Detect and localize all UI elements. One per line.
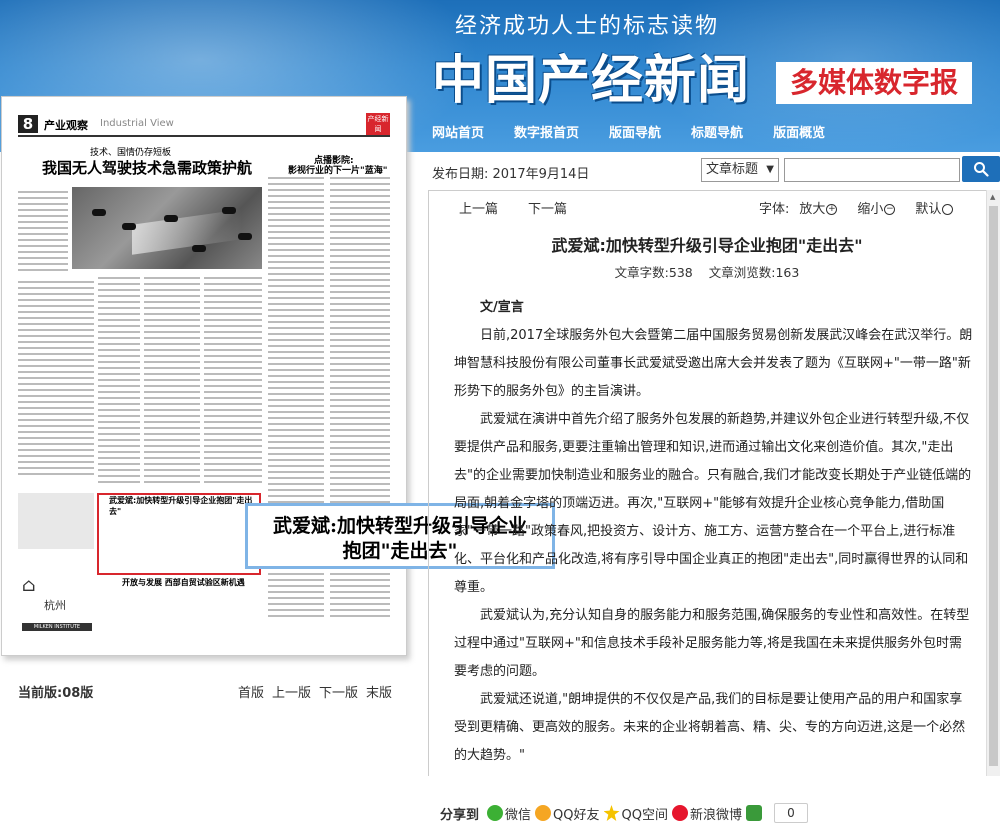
nav-home[interactable]: 网站首页 xyxy=(432,122,484,141)
last-edition-link[interactable]: 末版 xyxy=(366,682,392,701)
paper-text-column xyxy=(18,191,68,275)
share-qzone-label: QQ空间 xyxy=(621,807,668,823)
photo-car xyxy=(222,207,236,214)
share-wechat-label: 微信 xyxy=(505,807,532,823)
article-word-count: 文章字数:538 xyxy=(614,265,693,280)
paper-bottom-headline[interactable]: 开放与发展 西部自贸试验区新机遇 xyxy=(122,577,245,588)
main-nav: 网站首页 数字报首页 版面导航 标题导航 版面概览 xyxy=(432,122,855,141)
prev-article-link[interactable]: 上一篇 xyxy=(459,198,498,217)
circle-icon xyxy=(942,204,954,215)
logo-glyph-icon: ⌂ xyxy=(22,575,36,596)
share-weibo-label: 新浪微博 xyxy=(689,807,742,823)
paper-page-number: 8 xyxy=(18,115,38,133)
share-label: 分享到 xyxy=(440,807,480,823)
highlighted-article-title: 武爱斌:加快转型升级引导企业抱团"走出去" xyxy=(109,496,253,516)
qzone-star-icon xyxy=(603,805,620,821)
paper-headline[interactable]: 我国无人驾驶技术急需政策护航 xyxy=(42,157,252,178)
paper-section-name: 产业观察 xyxy=(44,119,88,132)
article-author: 文/宣言 xyxy=(480,300,524,315)
nav-page-overview[interactable]: 版面概览 xyxy=(773,122,825,141)
font-bigger-button[interactable]: 放大 + xyxy=(799,198,847,217)
article-paragraph: 武爱斌在演讲中首先介绍了服务外包发展的新趋势,并建议外包企业进行转型升级,不仅要… xyxy=(454,412,972,595)
site-subtitle-badge: 多媒体数字报 xyxy=(776,62,972,104)
minus-circle-icon: − xyxy=(884,204,896,215)
article-meta: 文章字数:538 文章浏览数:163 xyxy=(428,262,986,281)
site-tagline: 经济成功人士的标志读物 xyxy=(455,14,720,39)
search-input[interactable] xyxy=(784,158,960,182)
article-view-count: 文章浏览数:163 xyxy=(708,265,800,280)
font-smaller-button[interactable]: 缩小 − xyxy=(857,198,905,217)
article-paragraph: 武爱斌认为,充分认知自身的服务能力和服务范围,确保服务的专业性和高效性。在转型过… xyxy=(454,608,970,679)
share-qq-friend-label: QQ好友 xyxy=(553,807,600,823)
publish-date: 发布日期: 2017年9月14日 xyxy=(432,167,590,182)
paper-logo-hangzhou: ⌂ 杭州 xyxy=(22,575,88,621)
nav-title-navigation[interactable]: 标题导航 xyxy=(691,122,743,141)
qq-icon xyxy=(535,805,552,821)
next-edition-link[interactable]: 下一版 xyxy=(319,682,358,701)
paper-ad-block xyxy=(18,493,94,549)
plus-circle-icon: + xyxy=(826,204,838,215)
share-weibo[interactable]: 新浪微博 xyxy=(671,804,742,823)
article-prev-next: 上一篇 下一篇 xyxy=(459,198,597,217)
paper-text-column xyxy=(144,277,200,487)
share-qzone[interactable]: QQ空间 xyxy=(603,804,668,823)
font-size-controls: 字体: 放大 + 缩小 − 默认 xyxy=(759,198,973,217)
next-article-link[interactable]: 下一篇 xyxy=(528,198,567,217)
article-paragraph: 日前,2017全球服务外包大会暨第二届中国服务贸易创新发展武汉峰会在武汉举行。朗… xyxy=(454,328,973,399)
first-edition-link[interactable]: 首版 xyxy=(238,682,264,701)
edition-pager: 首版 上一版 下一版 末版 xyxy=(238,682,400,701)
photo-car xyxy=(164,215,178,222)
share-more[interactable] xyxy=(745,805,764,821)
share-count: 0 xyxy=(773,803,808,823)
paper-text-column xyxy=(204,277,262,487)
weibo-icon xyxy=(671,805,688,821)
prev-edition-link[interactable]: 上一版 xyxy=(272,682,311,701)
paper-section-english: Industrial View xyxy=(100,118,174,129)
newspaper-page-image[interactable]: 8 产业观察 Industrial View 产经新闻 技术、国情仍存短板 我国… xyxy=(1,96,407,656)
paper-badge: 产经新闻 xyxy=(366,113,390,135)
photo-car xyxy=(238,233,252,240)
font-default-button[interactable]: 默认 xyxy=(915,198,963,217)
search-button[interactable] xyxy=(962,156,1000,182)
paper-side-subheadline[interactable]: 影视行业的下一片"蓝海" xyxy=(288,163,387,176)
share-icon xyxy=(745,805,762,821)
wechat-icon xyxy=(487,805,504,821)
paper-highlighted-article[interactable]: 武爱斌:加快转型升级引导企业抱团"走出去" xyxy=(97,493,261,575)
current-edition: 当前版:08版 xyxy=(18,686,94,701)
search-type-value: 文章标题 xyxy=(706,162,759,177)
font-label: 字体: xyxy=(759,202,790,217)
scrollbar-thumb[interactable] xyxy=(989,206,998,766)
search-type-select[interactable]: 文章标题 ▼ xyxy=(701,158,779,182)
photo-light-beam xyxy=(132,209,242,255)
scroll-up-icon[interactable]: ▲ xyxy=(990,193,995,201)
share-wechat[interactable]: 微信 xyxy=(487,804,531,823)
share-qq-friend[interactable]: QQ好友 xyxy=(535,804,600,823)
paper-text-column xyxy=(98,277,140,487)
paper-photo-autonomous-cars xyxy=(72,187,262,269)
paper-text-column xyxy=(18,281,94,479)
photo-car xyxy=(122,223,136,230)
article-body: 文/宣言 日前,2017全球服务外包大会暨第二届中国服务贸易创新发展武汉峰会在武… xyxy=(454,294,974,770)
share-bar: 分享到 微信 QQ好友 QQ空间 新浪微博 0 xyxy=(440,803,808,823)
paper-milken-logo: MILKEN INSTITUTE xyxy=(22,623,92,631)
site-logo-text: 中国产经新闻 xyxy=(432,50,751,111)
article-title: 武爱斌:加快转型升级引导企业抱团"走出去" xyxy=(551,236,863,255)
nav-page-navigation[interactable]: 版面导航 xyxy=(609,122,661,141)
chevron-down-icon: ▼ xyxy=(766,164,774,175)
search-icon xyxy=(974,162,989,177)
article-scrollbar[interactable]: ▲ xyxy=(986,190,1000,776)
article-paragraph: 武爱斌还说道,"朗坤提供的不仅仅是产品,我们的目标是要让使用产品的用户和国家享受… xyxy=(454,692,966,763)
nav-epaper-home[interactable]: 数字报首页 xyxy=(514,122,579,141)
logo-text: 杭州 xyxy=(44,599,66,612)
photo-car xyxy=(92,209,106,216)
photo-car xyxy=(192,245,206,252)
